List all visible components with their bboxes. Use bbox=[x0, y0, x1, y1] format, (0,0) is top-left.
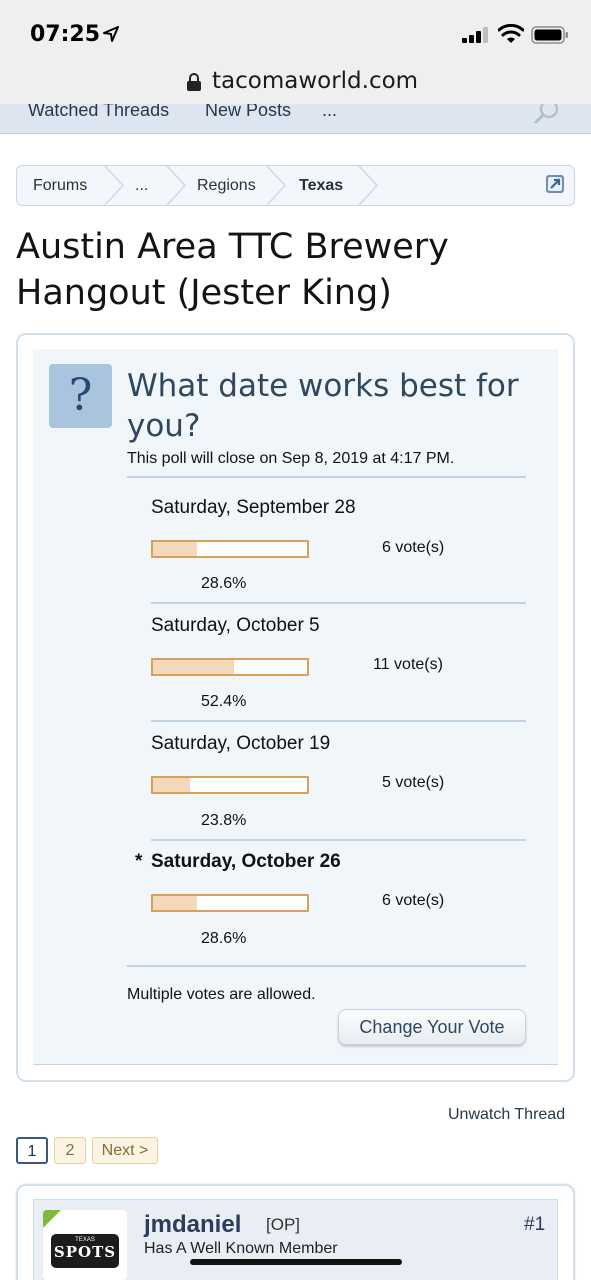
question-icon: ? bbox=[49, 364, 112, 428]
op-badge: [OP] bbox=[266, 1215, 301, 1234]
poll-vote-count: 6 vote(s) bbox=[382, 539, 445, 556]
voted-marker: * bbox=[135, 851, 143, 872]
poll-divider bbox=[151, 839, 526, 841]
page-current: 1 bbox=[16, 1137, 48, 1164]
location-arrow-icon bbox=[103, 26, 119, 42]
poll-divider bbox=[151, 602, 526, 604]
breadcrumb-texas[interactable]: Texas bbox=[299, 166, 343, 205]
post-username[interactable]: jmdaniel bbox=[144, 1211, 241, 1239]
avatar[interactable]: TEXAS SPOTS bbox=[43, 1210, 127, 1280]
poll-close-time: This poll will close on Sep 8, 2019 at 4… bbox=[127, 450, 455, 467]
unwatch-thread-link[interactable]: Unwatch Thread bbox=[448, 1106, 565, 1124]
poll-divider bbox=[151, 720, 526, 722]
poll-percent: 28.6% bbox=[201, 930, 247, 947]
poll-vote-count: 11 vote(s) bbox=[373, 656, 443, 673]
wifi-icon bbox=[498, 24, 524, 43]
license-plate-image: TEXAS SPOTS bbox=[51, 1234, 119, 1268]
nav-new-posts[interactable]: New Posts bbox=[205, 104, 291, 121]
post-number[interactable]: #1 bbox=[524, 1214, 545, 1236]
breadcrumb-separator bbox=[104, 166, 125, 205]
nav-watched-threads[interactable]: Watched Threads bbox=[28, 104, 169, 121]
signal-icon bbox=[462, 27, 488, 43]
search-icon[interactable] bbox=[532, 104, 562, 128]
poll-result-fill bbox=[153, 542, 198, 556]
poll-result-bar bbox=[151, 540, 309, 558]
poll-divider bbox=[127, 965, 526, 967]
online-indicator bbox=[43, 1210, 61, 1228]
plate-main-text: SPOTS bbox=[53, 1243, 117, 1261]
poll-result-bar bbox=[151, 776, 309, 794]
url-text[interactable]: tacomaworld.com bbox=[212, 68, 418, 94]
poll-option-label: Saturday, October 26 bbox=[151, 851, 341, 872]
url-bar[interactable]: tacomaworld.com bbox=[0, 62, 591, 104]
battery-icon bbox=[531, 26, 568, 44]
multiple-votes-note: Multiple votes are allowed. bbox=[127, 986, 316, 1003]
poll-result-fill bbox=[153, 778, 190, 792]
poll-divider bbox=[127, 476, 526, 478]
status-time: 07:25 bbox=[30, 22, 101, 47]
breadcrumb-separator bbox=[358, 166, 379, 205]
lock-icon bbox=[187, 73, 201, 91]
poll-vote-count: 6 vote(s) bbox=[382, 892, 445, 909]
poll-result-fill bbox=[153, 660, 234, 674]
status-bar: 07:25 bbox=[0, 0, 591, 62]
poll-percent: 52.4% bbox=[201, 693, 247, 710]
breadcrumb-separator bbox=[266, 166, 287, 205]
forum-nav: Watched Threads New Posts ... bbox=[0, 104, 591, 134]
poll-option-label: Saturday, October 5 bbox=[151, 615, 320, 636]
poll-question: What date works best for you? bbox=[127, 368, 519, 444]
change-vote-button[interactable]: Change Your Vote bbox=[338, 1009, 526, 1045]
breadcrumb: Forums ... Regions Texas bbox=[16, 165, 575, 206]
breadcrumb-forums[interactable]: Forums bbox=[33, 166, 87, 205]
poll-option-label: Saturday, September 28 bbox=[151, 497, 356, 518]
breadcrumb-regions[interactable]: Regions bbox=[197, 166, 256, 205]
poll-option-label: Saturday, October 19 bbox=[151, 733, 331, 754]
breadcrumb-separator bbox=[166, 166, 187, 205]
poll-percent: 23.8% bbox=[201, 812, 247, 829]
page-next-button[interactable]: Next > bbox=[92, 1137, 158, 1164]
poll-vote-count: 5 vote(s) bbox=[382, 774, 445, 791]
user-title: Has A Well Known Member bbox=[144, 1240, 338, 1257]
page-link-2[interactable]: 2 bbox=[54, 1137, 86, 1164]
poll-result-bar bbox=[151, 658, 309, 676]
thread-title: Austin Area TTC Brewery Hangout (Jester … bbox=[16, 227, 449, 313]
home-indicator[interactable] bbox=[190, 1259, 402, 1265]
poll-result-bar bbox=[151, 894, 309, 912]
nav-more[interactable]: ... bbox=[322, 104, 337, 121]
poll-result-fill bbox=[153, 896, 198, 910]
popout-icon[interactable] bbox=[545, 174, 565, 194]
breadcrumb-ellipsis[interactable]: ... bbox=[135, 166, 148, 205]
poll-percent: 28.6% bbox=[201, 575, 247, 592]
